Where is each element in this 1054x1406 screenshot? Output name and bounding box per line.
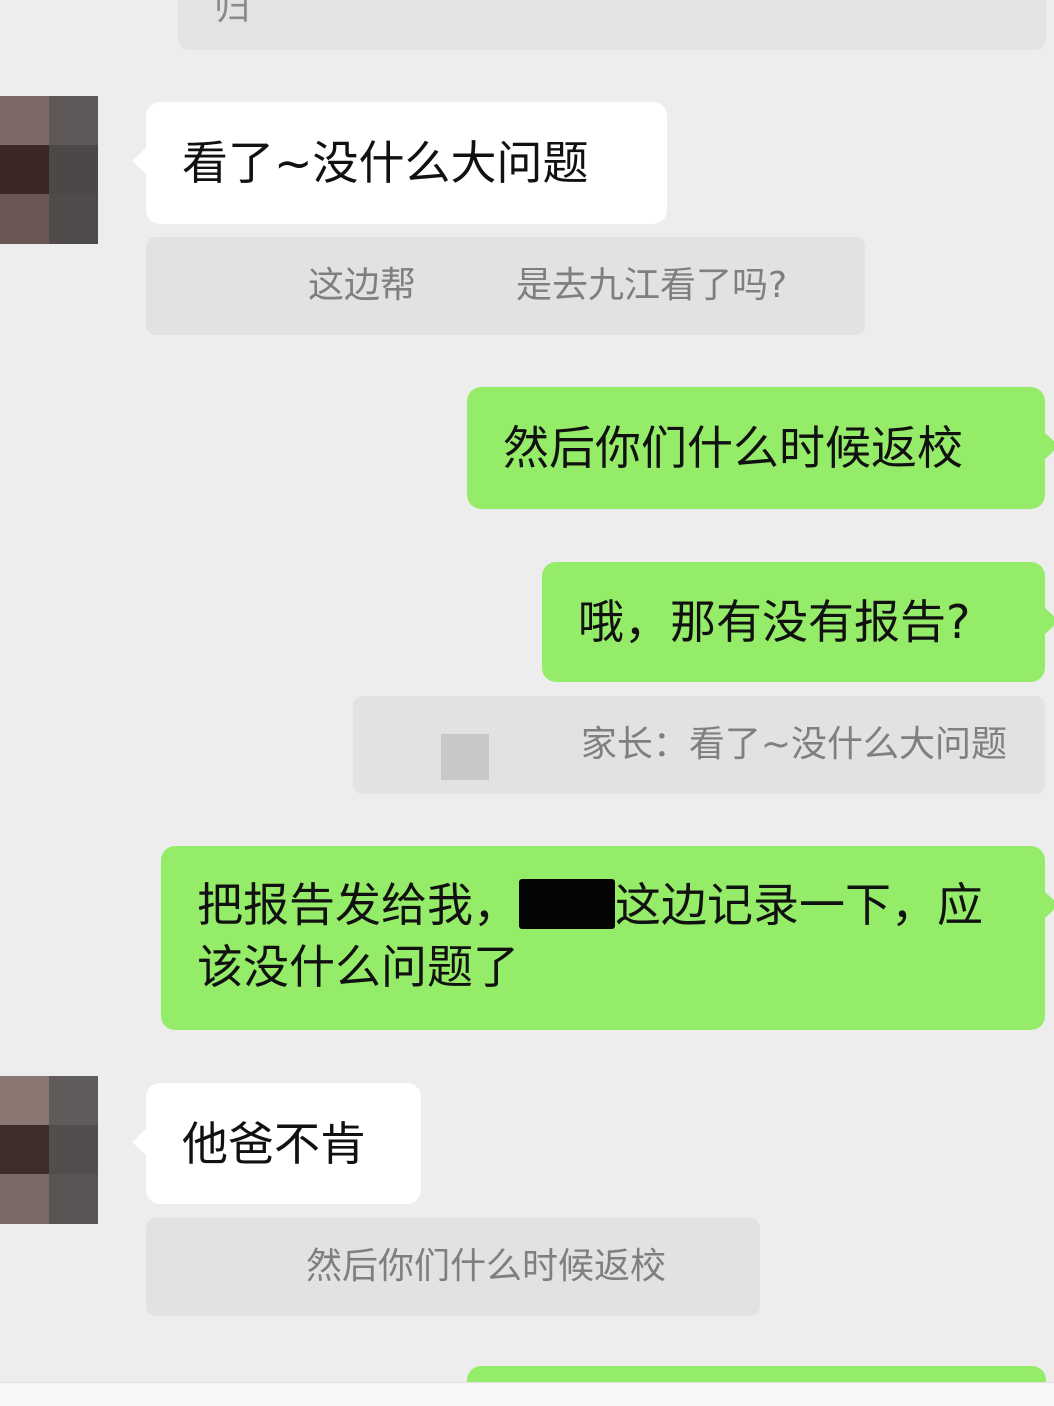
chat-view: 归 看了~没什么大问题 这边帮 是去九江看了吗? 然后你们什么时候返校 哦，那有… — [0, 0, 1054, 1406]
avatar[interactable] — [0, 96, 98, 244]
avatar-pixel — [49, 1125, 98, 1174]
input-bar-edge — [0, 1382, 1054, 1406]
message-text: 把报告发给我， — [197, 878, 519, 932]
avatar-pixel — [49, 1174, 98, 1224]
message-line-2: 该没什么问题了 — [197, 940, 519, 994]
avatar-pixel — [0, 194, 49, 244]
message-text: 这边记录一下，应 — [615, 878, 983, 932]
message-text: 看了~没什么大问题 — [182, 136, 589, 190]
quote-partial-text: 归 — [214, 0, 251, 28]
message-line-1: 把报告发给我， 这边记录一下，应 — [197, 874, 1009, 936]
quote-text-right: 是去九江看了吗? — [516, 265, 788, 306]
quote-preview-partial[interactable]: 归 — [178, 0, 1046, 50]
incoming-message-bubble[interactable]: 他爸不肯 — [132, 1083, 421, 1204]
avatar-pixel — [0, 1076, 49, 1125]
redaction-bar — [519, 879, 615, 929]
message-text: 他爸不肯 — [182, 1117, 366, 1171]
avatar-pixel — [49, 145, 98, 194]
outgoing-message-bubble[interactable]: 把报告发给我， 这边记录一下，应 该没什么问题了 — [161, 846, 1054, 1030]
avatar-pixel — [0, 145, 49, 194]
quote-text-left: 这边帮 — [308, 265, 417, 306]
quoted-reply[interactable]: 家长：看了~没什么大问题 — [353, 696, 1045, 794]
avatar-pixel — [0, 1174, 49, 1224]
quoted-reply[interactable]: 然后你们什么时候返校 — [146, 1218, 760, 1316]
quoted-reply[interactable]: 这边帮 是去九江看了吗? — [146, 237, 865, 335]
avatar-pixel — [0, 1125, 49, 1174]
avatar-pixel — [0, 96, 49, 145]
incoming-message-bubble[interactable]: 看了~没什么大问题 — [132, 102, 667, 224]
avatar-pixel — [49, 96, 98, 145]
redaction-block — [441, 734, 489, 780]
message-text: 然后你们什么时候返校 — [503, 421, 963, 475]
message-text: 哦，那有没有报告? — [578, 595, 971, 649]
avatar-pixel — [49, 1076, 98, 1125]
avatar[interactable] — [0, 1076, 98, 1224]
quote-text: 然后你们什么时候返校 — [306, 1246, 667, 1287]
avatar-pixel — [49, 194, 98, 244]
quote-text: 家长：看了~没什么大问题 — [580, 724, 1007, 765]
outgoing-message-bubble[interactable]: 哦，那有没有报告? — [542, 562, 1054, 682]
outgoing-message-bubble[interactable]: 然后你们什么时候返校 — [467, 387, 1054, 509]
